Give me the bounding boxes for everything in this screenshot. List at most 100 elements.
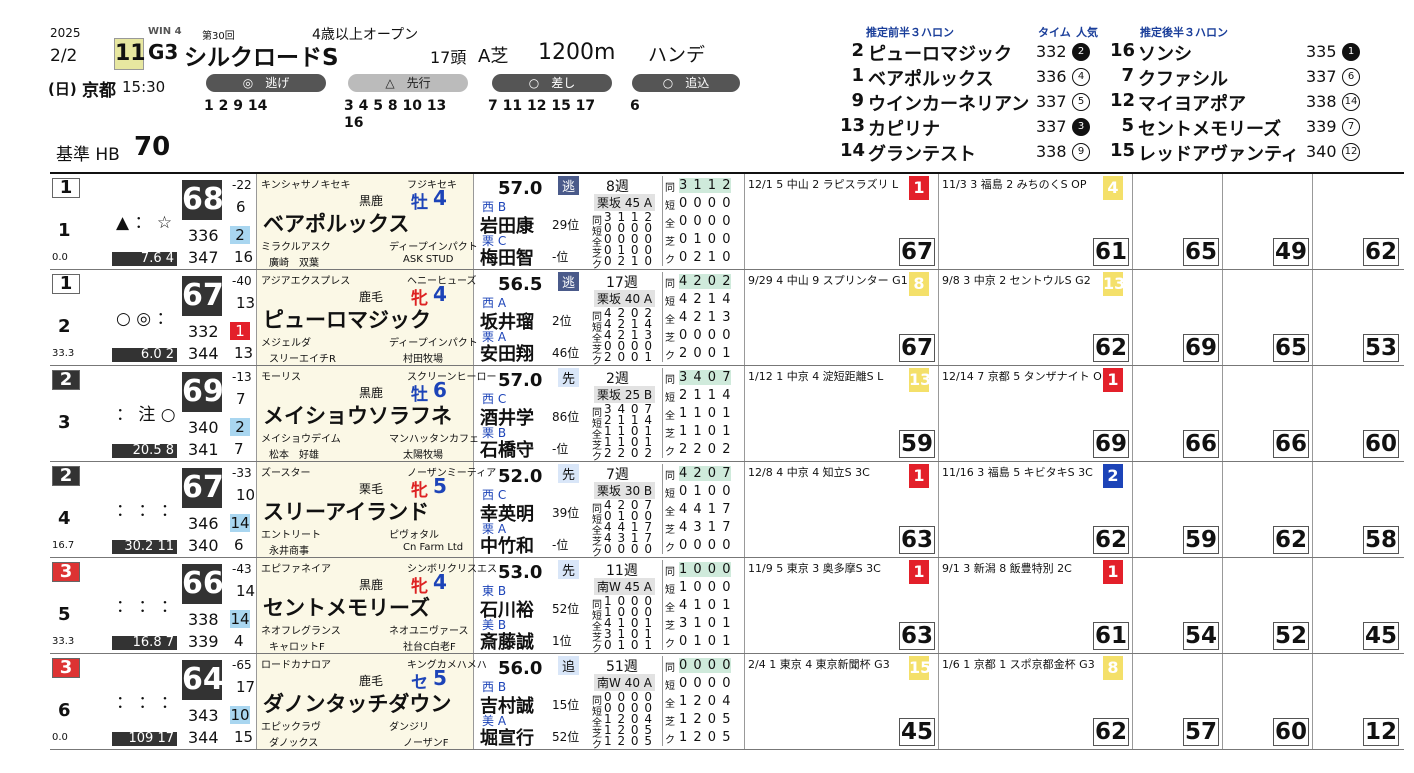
style-pill-oikomi: ○ 追込 (632, 74, 740, 92)
index-2-rank: 13 (234, 344, 254, 362)
left-rate: 16.7 (52, 540, 75, 551)
pedigree-box: ロードカナロア キングカメハメハ 鹿毛セ 5 ダノンタッチダウン エピックラヴ ダンジリ ダノ… (256, 654, 487, 749)
mini-race: 59 (1132, 462, 1221, 557)
training: 栗坂 40 A (594, 290, 656, 307)
record-value: 0 0 0 0 (604, 542, 653, 556)
recent-record-box: 3 4 0 7 同 2 1 1 4 短 1 1 0 1 全 1 1 0 1 芝 2 2 0 2 ク (662, 368, 743, 458)
index-1-rank: 2 (230, 226, 250, 244)
pedigree-box: エピファネイア シンボリクリスエス 黒鹿牝 4 セントメモリーズ ネオフレグランス ネオユニ… (256, 558, 497, 653)
race-date: 2/2 (50, 46, 78, 66)
front-3f-num: 13 (840, 115, 866, 136)
recent-record-label: 芝 (665, 621, 675, 632)
style-pill-nige: ◎ 逃げ (206, 74, 326, 92)
recent-record: 4 2 1 3 (679, 310, 732, 325)
past-race: 1/12 1 中京 4 淀短距離S L 13 59 (744, 366, 937, 461)
mini-race: 60 (1312, 366, 1401, 461)
age: 4 (433, 570, 447, 594)
back-3f-num: 7 (1121, 65, 1134, 86)
recent-record: 0 2 1 0 (679, 250, 732, 265)
table-row: 3 6 0.0 ： ： ： 109 17 64 -65 17 343 10 344 15 ロードカナロア… (50, 654, 1404, 751)
horse-name: ピューロマジック (263, 308, 431, 332)
left-rate: 33.3 (52, 636, 75, 647)
coat-color: 鹿毛 (359, 290, 384, 304)
hb-diff: -43 (232, 562, 252, 576)
past-race-score: 62 (1093, 334, 1129, 362)
recent-record: 1 0 0 0 (679, 562, 732, 577)
coat-color: 黒鹿 (359, 194, 384, 208)
index-2: 344 (188, 344, 219, 363)
recent-record-label: 同 (665, 663, 675, 674)
recent-record: 1 0 0 0 (679, 580, 732, 595)
running-style: 追 (558, 656, 580, 675)
past-race: 11/16 3 福島 5 キビタキS 3C 2 62 (938, 462, 1131, 557)
race-year: 2025 (50, 26, 81, 40)
trainer: 梅田智 (480, 248, 534, 269)
past-race-rank: 2 (1103, 464, 1123, 488)
table-row: 2 4 16.7： ： ： 30.2 11 67 -33 10 346 14 340 6 ズースターノ… (50, 462, 1404, 559)
mini-race-score: 12 (1363, 718, 1399, 746)
past-race-score: 62 (1093, 718, 1129, 746)
front-3f-pop-circle: 5 (1072, 93, 1090, 111)
table-row: 1 1 0.0 ▲ ： ☆ 7.6 4 68 -22 6 336 2 347 16 キンシャサノキセキフ… (50, 174, 1404, 271)
owner: 廣崎 双葉 (269, 258, 319, 269)
breeder: 村田牧場 (403, 354, 443, 365)
frame-number: 3 (52, 562, 80, 582)
front-3f-time: 337 (1036, 117, 1067, 136)
training: 栗坂 30 B (594, 482, 656, 499)
index-1: 338 (188, 610, 219, 629)
index-2-rank: 7 (234, 440, 244, 458)
table-row: 3 5 33.3： ： ： 16.8 7 66 -43 14 338 14 339 4 エピファネイア… (50, 558, 1404, 655)
recent-record-label: 全 (665, 603, 675, 614)
mini-race-score: 54 (1183, 622, 1219, 650)
index-2: 340 (188, 536, 219, 555)
front-3f-pop-circle: 4 (1072, 68, 1090, 86)
sire: アジアエクスプレス (261, 276, 351, 287)
dam: メイショウデイム (261, 434, 341, 445)
recent-record-label: 同 (665, 471, 675, 482)
breeder: 太陽牧場 (403, 450, 443, 461)
training: 栗坂 25 B (594, 386, 656, 403)
age: 6 (433, 378, 447, 402)
recent-record: 0 0 0 0 (679, 676, 732, 691)
past-race-title: 1/6 1 京都 1 スポ京都金杯 G3 (942, 658, 1095, 671)
mini-race-score: 45 (1363, 622, 1399, 650)
mini-race-score: 65 (1273, 334, 1309, 362)
running-style: 先 (558, 368, 580, 387)
hb-sub: 17 (236, 678, 256, 696)
prediction-marks: ▲ ： ☆ (116, 213, 173, 233)
recent-record: 4 1 0 1 (679, 598, 732, 613)
hb-score: 69 (182, 372, 224, 412)
pedigree-box: ズースター ノーザンミーティア 栗毛牝 5 スリーアイランド エントリート ピヴォタル 永井商… (256, 462, 496, 557)
recent-record-box: 4 2 0 2 同 4 2 1 4 短 4 2 1 3 全 0 0 0 0 芝 2 0 0 1 ク (662, 272, 743, 362)
past-race-rank: 13 (1103, 272, 1125, 296)
carried-weight: 52.0 (498, 466, 543, 487)
past-race-title: 11/3 3 福島 2 みちのくS OP (942, 178, 1087, 191)
hb-sub: 7 (236, 390, 246, 408)
index-2-rank: 15 (234, 728, 254, 746)
recent-record: 1 1 0 1 (679, 424, 732, 439)
broodmare-sire: マンハッタンカフェ (389, 434, 479, 445)
mini-race: 65 (1132, 174, 1221, 269)
mini-race: 57 (1132, 654, 1221, 749)
recent-record-label: 同 (665, 567, 675, 578)
breeder: Cn Farm Ltd (403, 542, 464, 553)
mini-race-score: 62 (1363, 238, 1399, 266)
index-1: 340 (188, 418, 219, 437)
post-time: 15:30 (122, 78, 166, 96)
recent-record-label: ク (665, 543, 675, 554)
distance: 1200m (538, 40, 616, 65)
grade: G3 (148, 40, 179, 64)
prediction-marks: ： ： ： (116, 501, 178, 521)
front-3f-name: ウインカーネリアン (868, 94, 1030, 115)
base-value: 70 (134, 132, 171, 162)
trainer-rank: -位 (552, 538, 569, 552)
past-race-score: 61 (1093, 622, 1129, 650)
recent-record: 0 0 0 0 (679, 214, 732, 229)
trainer: 堀宣行 (480, 728, 534, 749)
past-race: 12/8 4 中京 4 知立S 3C 1 63 (744, 462, 937, 557)
breeder: ノーザンF (403, 738, 449, 749)
sire: キンシャサノキセキ (261, 180, 351, 191)
recent-record: 2 2 0 2 (679, 442, 732, 457)
venue: 京都 (82, 81, 116, 101)
past-race-score: 63 (899, 526, 935, 554)
